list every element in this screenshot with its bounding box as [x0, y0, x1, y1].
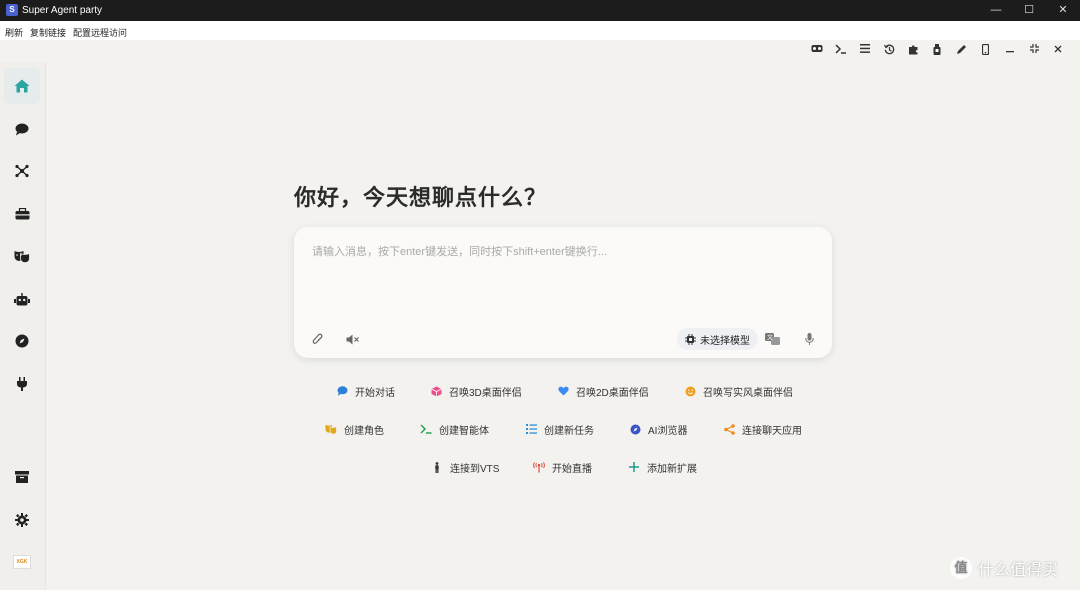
- paperclip-icon: [312, 333, 322, 344]
- broadcast-icon: [533, 461, 545, 473]
- translate-button[interactable]: 文: [764, 331, 780, 347]
- action-label: 开始直播: [552, 463, 592, 475]
- sidebar-item-chat[interactable]: [4, 111, 40, 147]
- model-label: 未选择模型: [700, 335, 750, 347]
- action-summon-3d[interactable]: 召唤3D桌面伴侣: [430, 383, 522, 399]
- menu-copy-link[interactable]: 复制链接: [30, 26, 66, 39]
- menu-bar: 刷新 复制链接 配置远程访问: [0, 21, 1080, 40]
- action-label: 创建角色: [344, 425, 384, 437]
- task-list-icon: [525, 423, 537, 435]
- person-icon: [431, 461, 443, 473]
- action-label: 连接到VTS: [450, 463, 500, 475]
- archive-icon: [15, 471, 29, 483]
- toolbox-icon: [15, 208, 29, 220]
- action-start-chat[interactable]: 开始对话: [336, 383, 395, 399]
- sidebar-item-archive[interactable]: [4, 459, 40, 495]
- sidebar-item-home[interactable]: [4, 68, 40, 104]
- minimize-button[interactable]: —: [979, 0, 1013, 21]
- action-summon-2d[interactable]: 召唤2D桌面伴侣: [557, 383, 649, 399]
- sidebar-item-toolbox[interactable]: [4, 196, 40, 232]
- watermark-badge: 值: [950, 557, 972, 579]
- close-window-button[interactable]: ✕: [1046, 0, 1080, 21]
- compass-icon: [629, 423, 641, 435]
- action-create-task[interactable]: 创建新任务: [525, 421, 594, 437]
- mute-button[interactable]: [345, 331, 361, 347]
- close-icon[interactable]: [1051, 44, 1065, 58]
- heart-icon: [557, 385, 569, 397]
- maximize-button[interactable]: ☐: [1012, 0, 1046, 21]
- page-title: 你好，今天想聊点什么？: [294, 185, 548, 210]
- cube-icon: [430, 385, 442, 397]
- action-create-role[interactable]: 创建角色: [325, 421, 384, 437]
- svg-text:文: 文: [767, 334, 773, 342]
- action-connect-vts[interactable]: 连接到VTS: [431, 459, 499, 475]
- chat-icon: [15, 123, 29, 135]
- vr-headset-icon[interactable]: [810, 44, 824, 58]
- app-logo-icon: S: [6, 4, 18, 16]
- action-start-live[interactable]: 开始直播: [533, 459, 592, 475]
- action-label: 召唤2D桌面伴侣: [576, 387, 649, 399]
- home-icon: [14, 79, 30, 93]
- compass-icon: [15, 334, 29, 348]
- minus-icon[interactable]: [1003, 44, 1017, 58]
- action-label: AI浏览器: [648, 425, 688, 437]
- usb-icon[interactable]: [930, 44, 944, 58]
- mobile-icon[interactable]: [978, 43, 992, 58]
- action-label: 创建新任务: [544, 425, 594, 437]
- action-ai-browser[interactable]: AI浏览器: [629, 421, 687, 437]
- action-label: 开始对话: [355, 387, 395, 399]
- chip-icon: [685, 333, 696, 345]
- masks-icon: [14, 250, 30, 263]
- action-label: 召唤3D桌面伴侣: [449, 387, 522, 399]
- title-bar: S Super Agent party — ☐ ✕: [0, 0, 1080, 21]
- network-icon: [15, 164, 29, 178]
- watermark: 值 什么值得买: [950, 556, 1058, 580]
- sidebar-item-settings[interactable]: [4, 502, 40, 538]
- terminal-icon[interactable]: [834, 44, 848, 58]
- attach-button[interactable]: [309, 331, 325, 347]
- voice-input-button[interactable]: [801, 331, 817, 347]
- action-create-agent[interactable]: 创建智能体: [420, 421, 489, 437]
- settings-icon: [15, 513, 29, 527]
- action-label: 创建智能体: [439, 425, 489, 437]
- sidebar-item-plugins[interactable]: [4, 366, 40, 402]
- menu-remote-access[interactable]: 配置远程访问: [73, 26, 127, 39]
- sidebar: XGK: [0, 62, 46, 590]
- sidebar-item-agents[interactable]: [4, 281, 40, 317]
- speech-bubble-icon: [336, 385, 348, 397]
- action-label: 连接聊天应用: [742, 425, 802, 437]
- window-title: Super Agent party: [22, 5, 103, 16]
- compress-icon[interactable]: [1027, 44, 1041, 58]
- plug-icon: [17, 377, 27, 391]
- chat-input-card: 未选择模型 文: [294, 227, 832, 358]
- action-label: 添加新扩展: [647, 463, 697, 475]
- sidebar-item-roles[interactable]: [4, 238, 40, 274]
- smile-icon: [684, 385, 696, 397]
- message-input[interactable]: [310, 241, 814, 315]
- sidebar-item-logo[interactable]: XGK: [4, 544, 40, 580]
- pen-icon[interactable]: [954, 44, 968, 58]
- sidebar-item-network[interactable]: [4, 153, 40, 189]
- masks-icon: [325, 423, 337, 435]
- model-selector[interactable]: 未选择模型: [677, 328, 758, 350]
- watermark-text: 什么值得买: [978, 562, 1059, 579]
- menu-refresh[interactable]: 刷新: [5, 26, 23, 39]
- action-summon-realistic[interactable]: 召唤写实风桌面伴侣: [684, 383, 793, 399]
- robot-icon: [14, 292, 30, 305]
- sidebar-item-browser[interactable]: [4, 323, 40, 359]
- share-icon: [723, 423, 735, 435]
- translate-icon: 文: [764, 333, 780, 345]
- terminal-icon: [420, 423, 432, 435]
- puzzle-icon[interactable]: [906, 44, 920, 58]
- logo-icon: XGK: [13, 555, 31, 569]
- action-add-extension[interactable]: 添加新扩展: [628, 459, 697, 475]
- history-icon[interactable]: [882, 44, 896, 58]
- action-connect-chat-app[interactable]: 连接聊天应用: [723, 421, 802, 437]
- volume-mute-icon: [346, 334, 359, 344]
- microphone-icon: [804, 333, 814, 345]
- action-label: 召唤写实风桌面伴侣: [703, 387, 793, 399]
- list-icon[interactable]: [858, 44, 872, 58]
- plus-icon: [628, 461, 640, 473]
